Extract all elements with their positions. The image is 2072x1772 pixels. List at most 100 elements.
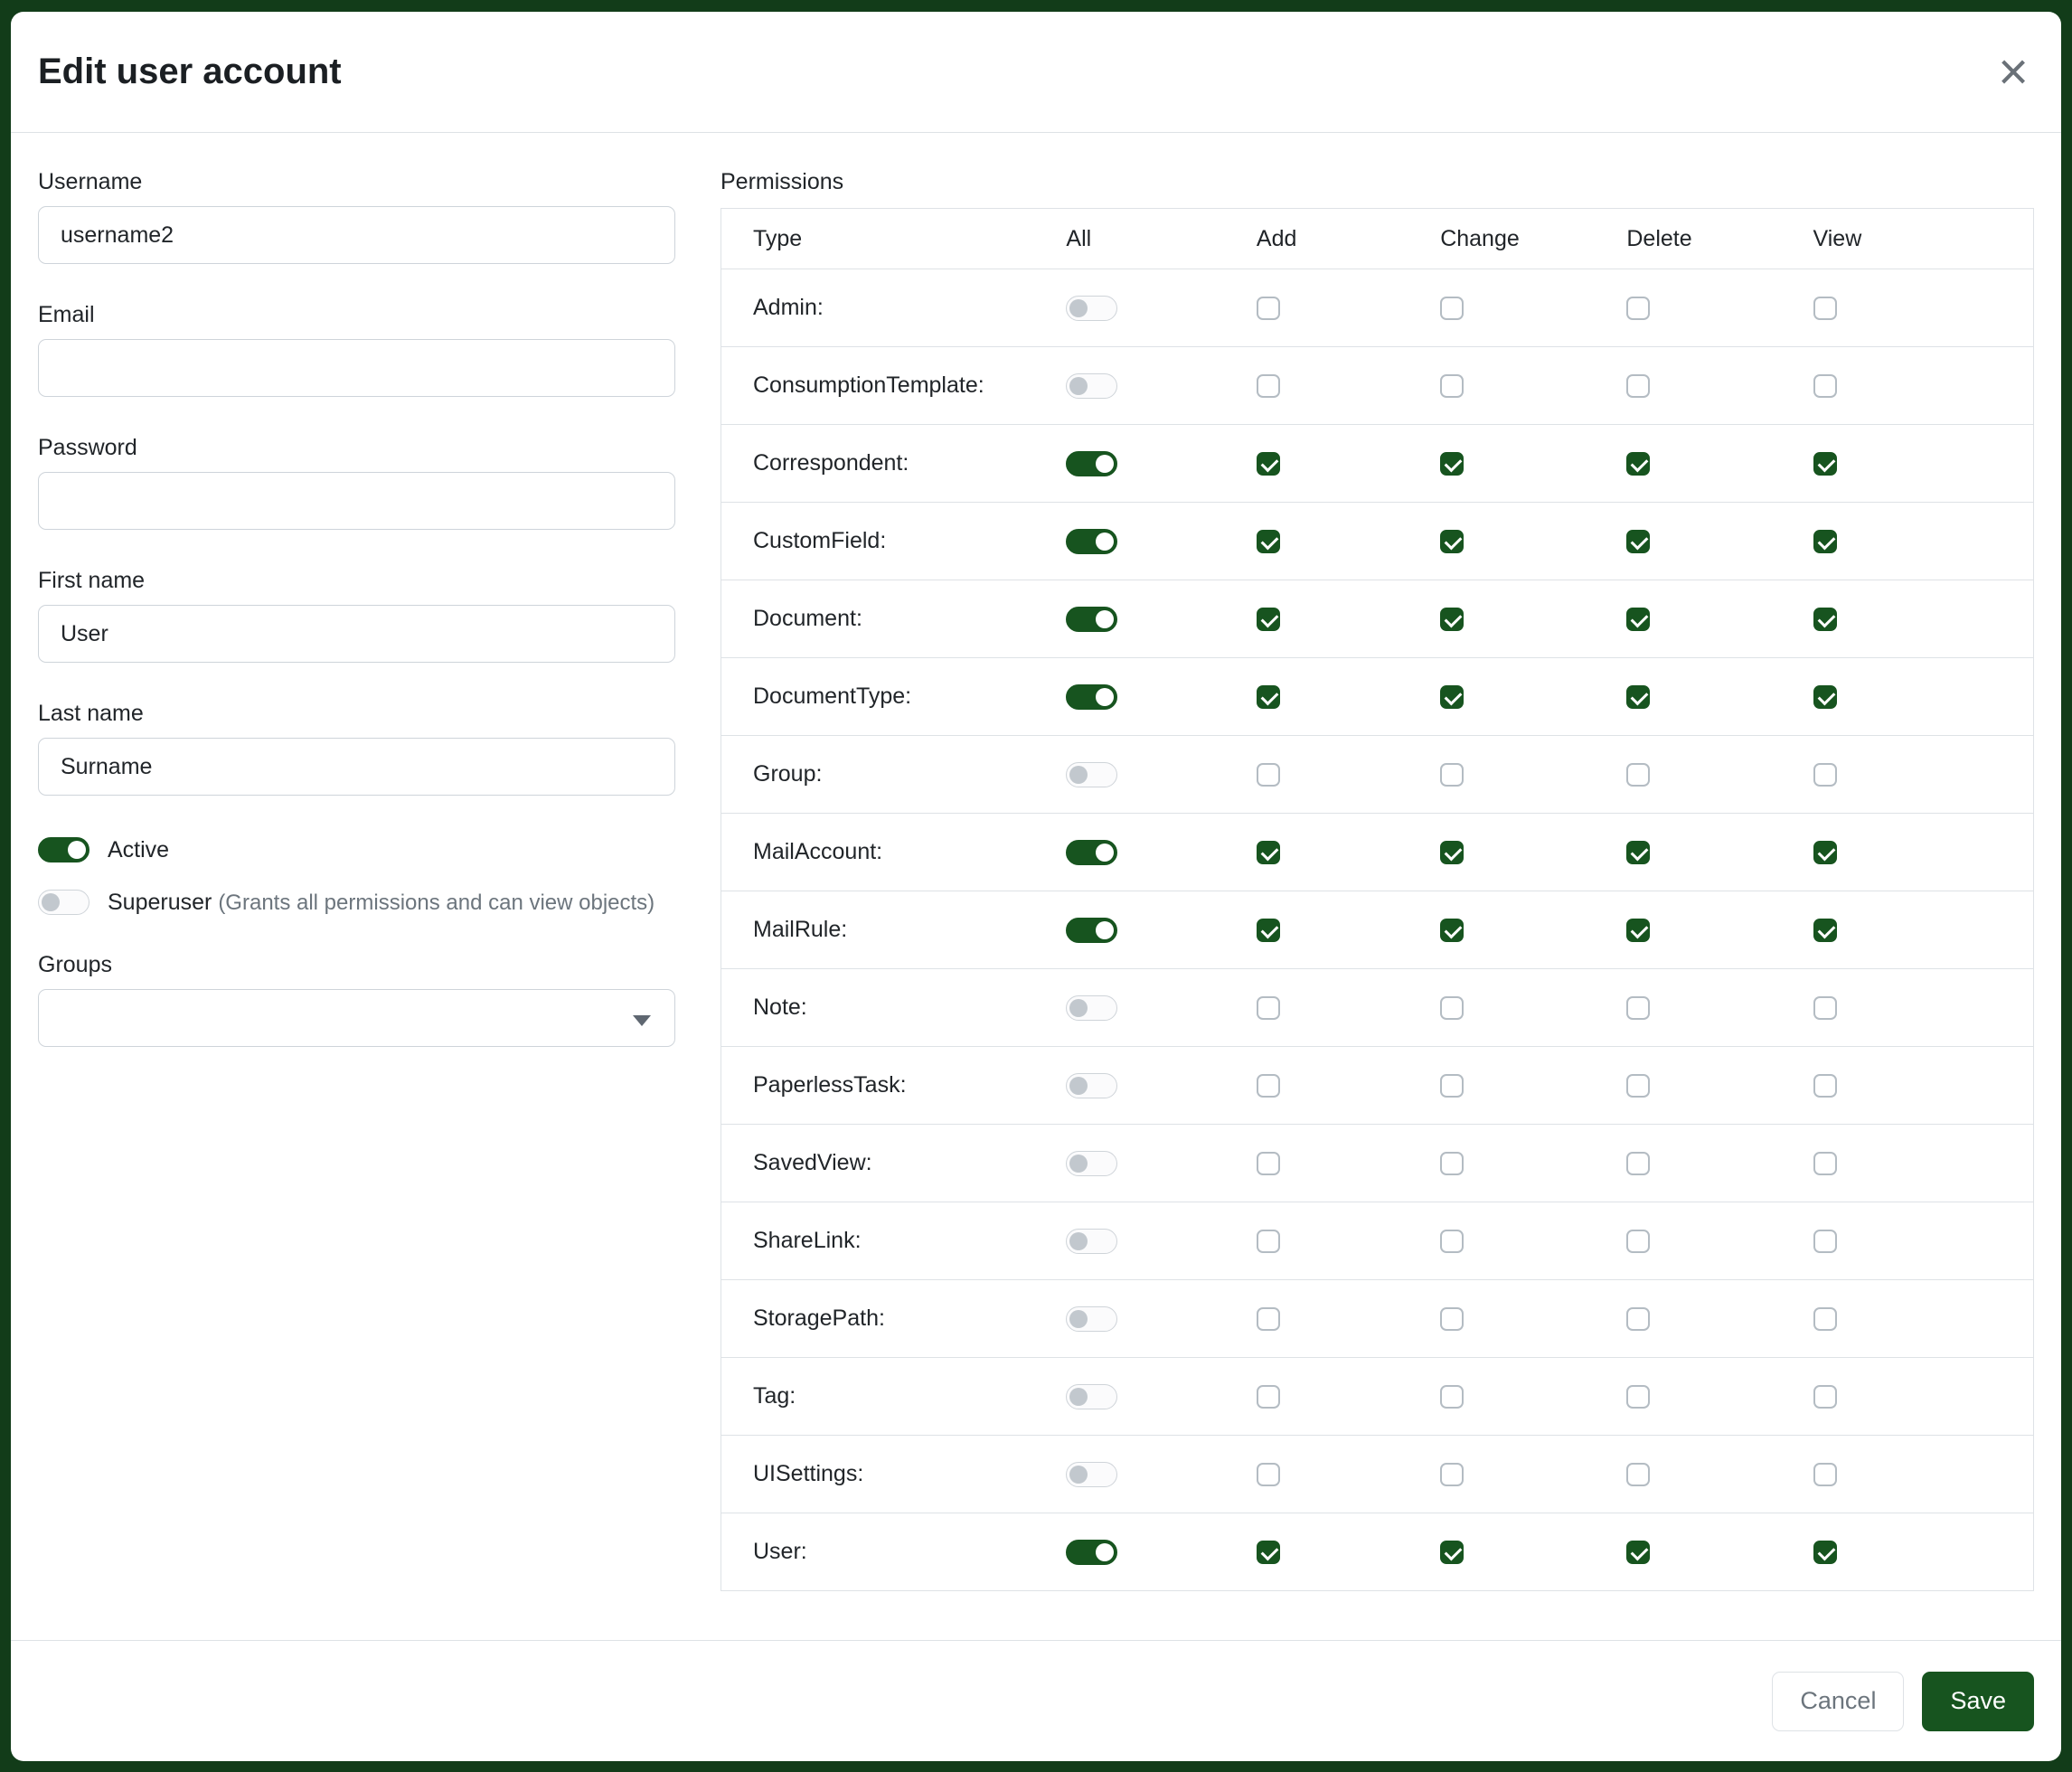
- permission-view-checkbox[interactable]: [1813, 919, 1837, 942]
- permission-delete-checkbox[interactable]: [1626, 1074, 1650, 1098]
- permission-all-toggle[interactable]: [1066, 607, 1117, 632]
- permission-all-toggle[interactable]: [1066, 684, 1117, 710]
- permission-delete-checkbox[interactable]: [1626, 297, 1650, 320]
- groups-select[interactable]: [38, 989, 675, 1047]
- permission-add-checkbox[interactable]: [1257, 1463, 1280, 1486]
- permission-add-checkbox[interactable]: [1257, 685, 1280, 709]
- permission-all-toggle[interactable]: [1066, 529, 1117, 554]
- permission-delete-checkbox[interactable]: [1626, 841, 1650, 864]
- active-toggle-row: Active: [38, 834, 675, 866]
- permission-change-checkbox[interactable]: [1440, 608, 1464, 631]
- permission-delete-checkbox[interactable]: [1626, 1385, 1650, 1409]
- cancel-button[interactable]: Cancel: [1772, 1672, 1904, 1731]
- permission-view-checkbox[interactable]: [1813, 1074, 1837, 1098]
- permission-add-checkbox[interactable]: [1257, 1074, 1280, 1098]
- permission-change-checkbox[interactable]: [1440, 1385, 1464, 1409]
- permission-delete-checkbox[interactable]: [1626, 374, 1650, 398]
- last-name-input[interactable]: [38, 738, 675, 796]
- permission-add-checkbox[interactable]: [1257, 530, 1280, 553]
- permission-change-checkbox[interactable]: [1440, 297, 1464, 320]
- permission-add-checkbox[interactable]: [1257, 763, 1280, 787]
- first-name-input[interactable]: [38, 605, 675, 663]
- close-button[interactable]: ×: [1992, 46, 2034, 99]
- permission-view-checkbox[interactable]: [1813, 685, 1837, 709]
- permission-delete-checkbox[interactable]: [1626, 763, 1650, 787]
- permission-add-checkbox[interactable]: [1257, 1230, 1280, 1253]
- username-input[interactable]: [38, 206, 675, 264]
- permission-view-checkbox[interactable]: [1813, 1463, 1837, 1486]
- permission-all-toggle[interactable]: [1066, 840, 1117, 865]
- permission-all-toggle[interactable]: [1066, 762, 1117, 787]
- toggle-knob: [1096, 688, 1114, 706]
- permission-add-checkbox[interactable]: [1257, 1307, 1280, 1331]
- permission-all-toggle[interactable]: [1066, 451, 1117, 476]
- permission-delete-checkbox[interactable]: [1626, 1463, 1650, 1486]
- permission-add-checkbox[interactable]: [1257, 919, 1280, 942]
- permission-all-toggle[interactable]: [1066, 1540, 1117, 1565]
- permission-row: DocumentType:: [721, 658, 2034, 736]
- permission-delete-checkbox[interactable]: [1626, 1230, 1650, 1253]
- permission-view-checkbox[interactable]: [1813, 763, 1837, 787]
- permission-view-checkbox[interactable]: [1813, 1541, 1837, 1564]
- permission-change-checkbox[interactable]: [1440, 1074, 1464, 1098]
- permission-change-checkbox[interactable]: [1440, 374, 1464, 398]
- permission-view-checkbox[interactable]: [1813, 1307, 1837, 1331]
- permission-add-checkbox[interactable]: [1257, 1152, 1280, 1175]
- permission-add-checkbox[interactable]: [1257, 1541, 1280, 1564]
- permission-add-checkbox[interactable]: [1257, 841, 1280, 864]
- permission-change-checkbox[interactable]: [1440, 1152, 1464, 1175]
- permission-delete-checkbox[interactable]: [1626, 919, 1650, 942]
- permission-add-checkbox[interactable]: [1257, 374, 1280, 398]
- permission-change-checkbox[interactable]: [1440, 996, 1464, 1020]
- permission-all-toggle[interactable]: [1066, 1384, 1117, 1409]
- permission-delete-checkbox[interactable]: [1626, 608, 1650, 631]
- modal-footer: Cancel Save: [11, 1640, 2061, 1761]
- permission-all-toggle[interactable]: [1066, 1462, 1117, 1487]
- permission-delete-checkbox[interactable]: [1626, 530, 1650, 553]
- permission-add-checkbox[interactable]: [1257, 608, 1280, 631]
- permission-add-checkbox[interactable]: [1257, 996, 1280, 1020]
- permission-delete-checkbox[interactable]: [1626, 1152, 1650, 1175]
- permission-add-checkbox[interactable]: [1257, 1385, 1280, 1409]
- permission-all-toggle[interactable]: [1066, 995, 1117, 1021]
- permission-view-checkbox[interactable]: [1813, 530, 1837, 553]
- permission-all-toggle[interactable]: [1066, 918, 1117, 943]
- password-input[interactable]: [38, 472, 675, 530]
- permission-add-checkbox[interactable]: [1257, 452, 1280, 476]
- permission-view-checkbox[interactable]: [1813, 608, 1837, 631]
- permission-all-toggle[interactable]: [1066, 1306, 1117, 1332]
- permission-view-checkbox[interactable]: [1813, 1385, 1837, 1409]
- permission-add-checkbox[interactable]: [1257, 297, 1280, 320]
- permission-delete-checkbox[interactable]: [1626, 1307, 1650, 1331]
- permission-all-toggle[interactable]: [1066, 1073, 1117, 1098]
- permission-change-checkbox[interactable]: [1440, 1230, 1464, 1253]
- permission-delete-checkbox[interactable]: [1626, 685, 1650, 709]
- permission-all-toggle[interactable]: [1066, 1229, 1117, 1254]
- superuser-toggle[interactable]: [38, 890, 89, 915]
- permission-change-checkbox[interactable]: [1440, 919, 1464, 942]
- permission-delete-checkbox[interactable]: [1626, 452, 1650, 476]
- permission-view-checkbox[interactable]: [1813, 996, 1837, 1020]
- permission-change-checkbox[interactable]: [1440, 841, 1464, 864]
- permission-view-checkbox[interactable]: [1813, 841, 1837, 864]
- active-toggle[interactable]: [38, 837, 89, 862]
- permission-all-toggle[interactable]: [1066, 373, 1117, 399]
- email-input[interactable]: [38, 339, 675, 397]
- permission-change-checkbox[interactable]: [1440, 1307, 1464, 1331]
- permission-change-checkbox[interactable]: [1440, 1463, 1464, 1486]
- permission-change-checkbox[interactable]: [1440, 1541, 1464, 1564]
- permission-delete-checkbox[interactable]: [1626, 996, 1650, 1020]
- permission-view-checkbox[interactable]: [1813, 1230, 1837, 1253]
- permission-view-checkbox[interactable]: [1813, 297, 1837, 320]
- permission-view-checkbox[interactable]: [1813, 374, 1837, 398]
- permission-change-checkbox[interactable]: [1440, 763, 1464, 787]
- save-button[interactable]: Save: [1922, 1672, 2034, 1731]
- permission-change-checkbox[interactable]: [1440, 685, 1464, 709]
- permission-change-checkbox[interactable]: [1440, 530, 1464, 553]
- permission-all-toggle[interactable]: [1066, 1151, 1117, 1176]
- permission-view-checkbox[interactable]: [1813, 1152, 1837, 1175]
- permission-delete-checkbox[interactable]: [1626, 1541, 1650, 1564]
- permission-change-checkbox[interactable]: [1440, 452, 1464, 476]
- permission-view-checkbox[interactable]: [1813, 452, 1837, 476]
- permission-all-toggle[interactable]: [1066, 296, 1117, 321]
